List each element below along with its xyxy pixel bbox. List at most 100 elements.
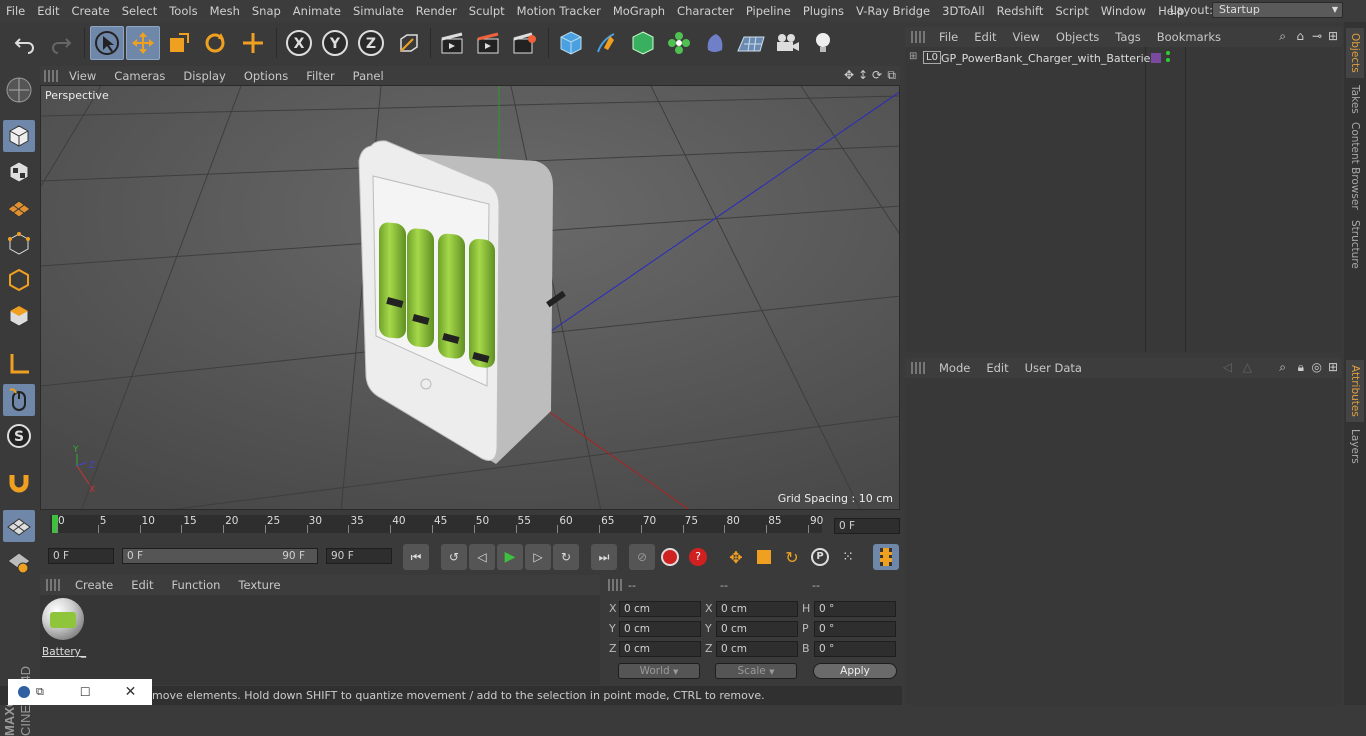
back-arrow-icon[interactable]: ◁ [1223, 360, 1232, 374]
menu-character[interactable]: Character [671, 0, 740, 22]
timeline-ruler[interactable]: 0 5 10 15 20 25 30 35 40 45 50 55 60 65 70 75 80 85 90 0 F [40, 512, 902, 542]
size-z-field[interactable]: 0 cm [716, 641, 798, 657]
viewport-menu-options[interactable]: Options [235, 69, 297, 83]
position-y-field[interactable]: 0 cm [619, 621, 701, 637]
menu-plugins[interactable]: Plugins [797, 0, 850, 22]
menu-pipeline[interactable]: Pipeline [740, 0, 797, 22]
scale-dropdown[interactable]: Scale ▼ [715, 663, 797, 679]
material-menu-create[interactable]: Create [66, 578, 122, 592]
menu-tools[interactable]: Tools [163, 0, 203, 22]
menu-motion-tracker[interactable]: Motion Tracker [511, 0, 607, 22]
workplane-lock-button[interactable] [3, 510, 35, 542]
objects-menu-bookmarks[interactable]: Bookmarks [1149, 30, 1229, 44]
layer-color-swatch[interactable] [1151, 53, 1161, 63]
tab-takes[interactable]: Takes [1346, 82, 1364, 116]
menu-simulate[interactable]: Simulate [347, 0, 410, 22]
camera-button[interactable] [770, 26, 804, 60]
search-icon[interactable]: ⌕ [1279, 29, 1286, 44]
light-button[interactable] [806, 26, 840, 60]
key-position-button[interactable]: ✥ [723, 544, 749, 570]
texture-mode-button[interactable] [3, 156, 35, 188]
snap-button[interactable] [3, 466, 35, 498]
record-button[interactable] [657, 544, 683, 570]
end-frame-field[interactable]: 90 F [326, 548, 392, 564]
drag-grip-icon[interactable] [911, 362, 925, 374]
maximize-icon[interactable]: ☐ [80, 685, 91, 699]
menu-file[interactable]: File [0, 0, 31, 22]
lock-icon[interactable]: 🔒︎ [1298, 360, 1304, 375]
target-icon[interactable]: ◎ [1312, 360, 1322, 374]
autokey-button[interactable]: ? [685, 544, 711, 570]
model-mode-button[interactable] [3, 120, 35, 152]
viewport-menu-panel[interactable]: Panel [344, 69, 393, 83]
recent-tool-button[interactable] [236, 26, 270, 60]
next-keyframe-button[interactable]: ↻ [553, 544, 579, 570]
render-visibility-dot[interactable] [1166, 58, 1170, 62]
previous-keyframe-button[interactable]: ↺ [441, 544, 467, 570]
search-icon[interactable]: ⌕ [1279, 360, 1286, 375]
menu-select[interactable]: Select [116, 0, 163, 22]
menu-script[interactable]: Script [1049, 0, 1094, 22]
maximize-view-icon[interactable]: ⧉ [887, 68, 896, 83]
new-panel-icon[interactable]: ⊞ [1328, 29, 1338, 43]
axis-mode-button[interactable] [3, 348, 35, 380]
objects-menu-objects[interactable]: Objects [1048, 30, 1107, 44]
deformer-button[interactable] [698, 26, 732, 60]
rotation-b-field[interactable]: 0 ° [814, 641, 896, 657]
link-icon[interactable]: ⊸ [1312, 29, 1322, 43]
y-axis-lock-button[interactable]: Y [318, 26, 352, 60]
menu-window[interactable]: Window [1095, 0, 1152, 22]
menu-animate[interactable]: Animate [287, 0, 347, 22]
objects-menu-file[interactable]: File [931, 30, 966, 44]
points-mode-button[interactable] [3, 228, 35, 260]
drag-grip-icon[interactable] [911, 31, 925, 43]
tab-attributes[interactable]: Attributes [1346, 360, 1364, 422]
viewport-menu-cameras[interactable]: Cameras [105, 69, 174, 83]
menu-3dtoall[interactable]: 3DToAll [936, 0, 991, 22]
object-row[interactable]: ⊞ L0 GP_PowerBank_Charger_with_Batteries [905, 51, 1342, 67]
tab-objects[interactable]: Objects [1346, 28, 1364, 78]
keyframe-selection-button[interactable]: ⊘ [629, 544, 655, 570]
drag-grip-icon[interactable] [44, 69, 60, 82]
render-picture-viewer-button[interactable] [472, 26, 506, 60]
key-pla-button[interactable]: ⁙ [835, 544, 861, 570]
objects-menu-view[interactable]: View [1005, 30, 1048, 44]
up-arrow-icon[interactable]: △ [1243, 360, 1252, 374]
key-rotation-button[interactable]: ↻ [779, 544, 805, 570]
position-x-field[interactable]: 0 cm [619, 601, 701, 617]
material-swatch[interactable]: Battery_ [42, 598, 86, 658]
workplane-mode-button[interactable] [3, 192, 35, 224]
viewport-menu-view[interactable]: View [60, 69, 105, 83]
current-frame-field[interactable]: 0 F [834, 518, 900, 534]
polygons-mode-button[interactable] [3, 300, 35, 332]
floor-button[interactable] [734, 26, 768, 60]
menu-snap[interactable]: Snap [246, 0, 287, 22]
position-z-field[interactable]: 0 cm [619, 641, 701, 657]
go-to-end-button[interactable]: ⏭ [591, 544, 617, 570]
menu-mograph[interactable]: MoGraph [607, 0, 671, 22]
objects-menu-edit[interactable]: Edit [966, 30, 1004, 44]
next-frame-button[interactable]: ▷ [525, 544, 551, 570]
render-view-button[interactable] [436, 26, 470, 60]
rotation-h-field[interactable]: 0 ° [814, 601, 896, 617]
coordinate-system-button[interactable] [392, 26, 426, 60]
solo-button[interactable]: S [3, 420, 35, 452]
workplane-gear-button[interactable] [3, 546, 35, 578]
attributes-menu-mode[interactable]: Mode [931, 361, 978, 375]
play-button[interactable]: ▶ [497, 544, 523, 570]
menu-vray-bridge[interactable]: V-Ray Bridge [850, 0, 936, 22]
pen-spline-button[interactable] [590, 26, 624, 60]
close-icon[interactable]: ✕ [125, 684, 137, 700]
menu-redshift[interactable]: Redshift [991, 0, 1050, 22]
start-frame-field[interactable]: 0 F [48, 548, 114, 564]
attributes-menu-edit[interactable]: Edit [978, 361, 1016, 375]
subdivision-button[interactable] [626, 26, 660, 60]
move-button[interactable] [126, 26, 160, 60]
expand-plus-icon[interactable]: ⊞ [909, 51, 917, 62]
menu-edit[interactable]: Edit [31, 0, 65, 22]
restore-icon[interactable]: ⧉ [36, 685, 44, 699]
drag-grip-icon[interactable] [46, 579, 62, 591]
world-dropdown[interactable]: World ▼ [618, 663, 700, 679]
render-settings-button[interactable] [508, 26, 542, 60]
z-axis-lock-button[interactable]: Z [354, 26, 388, 60]
